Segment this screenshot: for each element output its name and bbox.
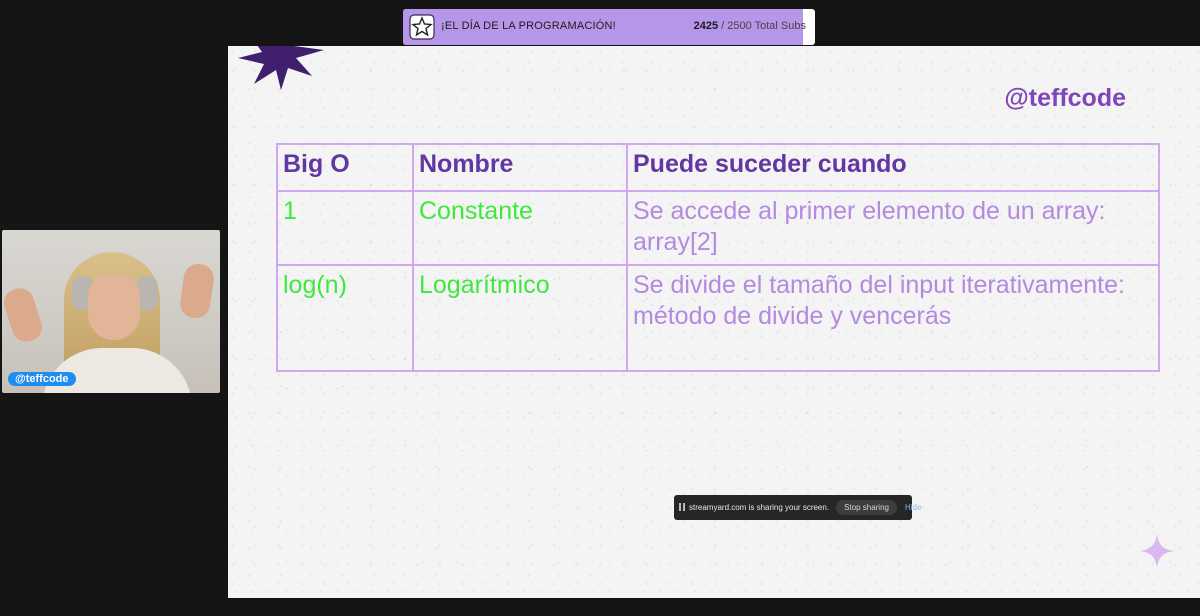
banner-title: ¡EL DÍA DE LA PROGRAMACIÓN! <box>441 20 616 32</box>
header-nombre: Nombre <box>412 143 628 192</box>
cell-when: Se accede al primer elemento de un array… <box>626 190 1160 266</box>
hide-link[interactable]: Hide <box>905 503 921 512</box>
camera-feed[interactable]: @teffcode <box>2 230 220 393</box>
cell-when: Se divide el tamaño del input iterativam… <box>626 264 1160 372</box>
stop-sharing-button[interactable]: Stop sharing <box>836 500 897 515</box>
cell-name: Constante <box>412 190 628 266</box>
pause-icon[interactable] <box>679 503 685 512</box>
table-header-row: Big O Nombre Puede suceder cuando <box>276 143 1160 192</box>
camera-name-tag: @teffcode <box>8 372 76 386</box>
person-face <box>88 274 140 340</box>
cell-big-o: log(n) <box>276 264 414 372</box>
table-row: log(n) Logarítmico Se divide el tamaño d… <box>276 264 1160 372</box>
sparkle-icon <box>1140 534 1174 568</box>
person-hand-left <box>2 284 46 346</box>
subscriber-goal-banner: ¡EL DÍA DE LA PROGRAMACIÓN! 2425 / 2500 … <box>403 9 815 45</box>
slide-handle: @teffcode <box>1004 84 1126 112</box>
bottom-strip <box>226 598 1200 616</box>
header-when: Puede suceder cuando <box>626 143 1160 192</box>
cell-big-o: 1 <box>276 190 414 266</box>
cell-name: Logarítmico <box>412 264 628 372</box>
stream-stage: @teffcode @teffcode Big O Nombre Puede s… <box>0 0 1200 616</box>
person-hand-right <box>178 262 216 320</box>
subscriber-count: 2425 / 2500 Total Subs <box>694 20 806 32</box>
header-big-o: Big O <box>276 143 414 192</box>
screen-sharing-bar: streamyard.com is sharing your screen. S… <box>674 495 921 520</box>
table-row: 1 Constante Se accede al primer elemento… <box>276 190 1160 266</box>
subscriber-total: / 2500 Total Subs <box>718 20 806 32</box>
subscriber-current: 2425 <box>693 20 719 32</box>
starburst-decoration-icon <box>238 46 324 90</box>
sharing-status-text: streamyard.com is sharing your screen. <box>689 503 830 512</box>
star-badge-icon <box>409 14 435 40</box>
big-o-table: Big O Nombre Puede suceder cuando 1 Cons… <box>276 143 1160 372</box>
